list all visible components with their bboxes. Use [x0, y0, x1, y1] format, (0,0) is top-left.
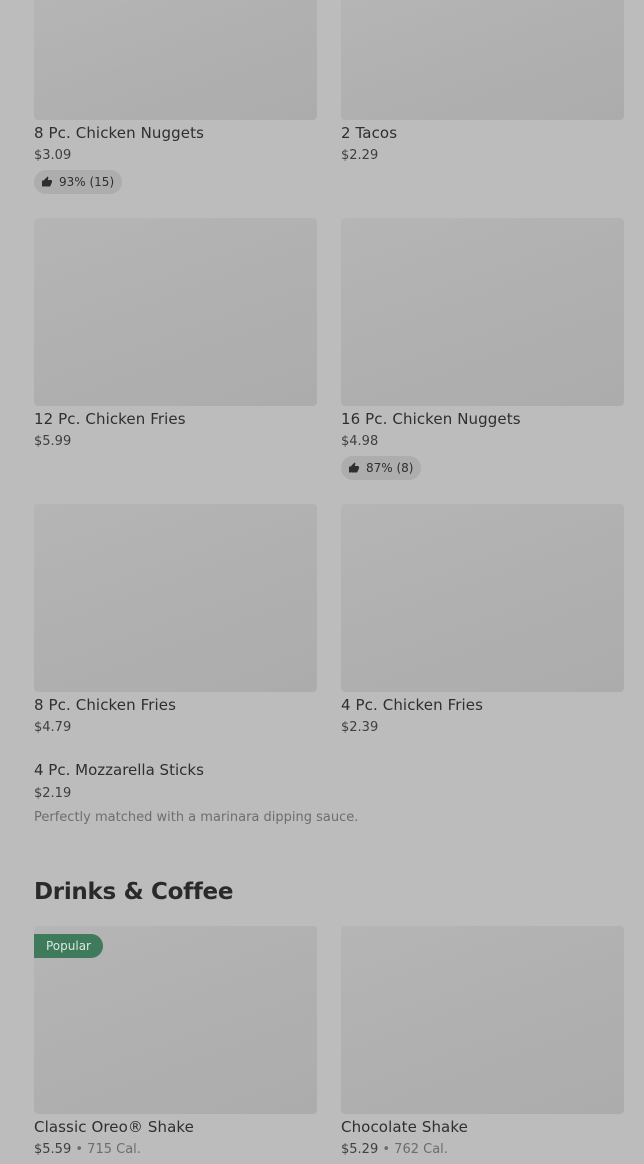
item-name: 16 Pc. Chicken Nuggets: [341, 410, 521, 428]
item-name: 4 Pc. Mozzarella Sticks: [34, 761, 204, 779]
menu-item-card[interactable]: 2 Tacos $2.29: [341, 0, 624, 200]
menu-item-card[interactable]: 12 Pc. Chicken Fries $5.99: [34, 218, 317, 486]
item-price-line: $5.59 • 715 Cal.: [34, 1141, 141, 1159]
separator-dot: •: [75, 1142, 84, 1157]
item-name: 2 Tacos: [341, 124, 398, 142]
item-price: $4.98: [341, 434, 379, 449]
item-price: $2.29: [341, 148, 379, 163]
item-price: $4.79: [34, 720, 72, 735]
item-name: 8 Pc. Chicken Fries: [34, 696, 177, 714]
item-name: Classic Oreo® Shake: [34, 1118, 194, 1136]
item-price: $5.99: [34, 434, 72, 449]
menu-item-card[interactable]: 16 Pc. Chicken Nuggets $4.98 87% (8): [341, 218, 624, 486]
item-name: 8 Pc. Chicken Nuggets: [34, 124, 204, 142]
thumbs-up-icon: [349, 462, 359, 473]
rating-text: 87% (8): [366, 461, 414, 475]
menu-item-row[interactable]: 4 Pc. Mozzarella Sticks $2.19 Perfectly …: [34, 760, 624, 827]
menu-item-card[interactable]: 8 Pc. Chicken Fries $4.79: [34, 504, 317, 744]
popular-badge: Popular: [34, 934, 103, 958]
menu-item-card[interactable]: Popular Classic Oreo® Shake $5.59 • 715 …: [34, 926, 317, 1164]
rating-pill: 87% (8): [341, 456, 422, 480]
item-name: Chocolate Shake: [341, 1118, 468, 1136]
section-title: Drinks & Coffee: [34, 879, 234, 905]
menu-item-card[interactable]: Chocolate Shake $5.29 • 762 Cal.: [341, 926, 624, 1164]
thumbs-up-icon: [42, 176, 52, 187]
item-price: $5.59: [34, 1142, 72, 1157]
item-image: [34, 218, 317, 406]
item-price-line: $5.29 • 762 Cal.: [341, 1141, 448, 1159]
separator-dot: •: [382, 1142, 391, 1157]
item-image: [34, 504, 317, 692]
item-name: 12 Pc. Chicken Fries: [34, 410, 186, 428]
menu-item-card[interactable]: 4 Pc. Chicken Fries $2.39: [341, 504, 624, 744]
item-price: $2.39: [341, 720, 379, 735]
item-image: Popular: [34, 926, 317, 1114]
item-image: [341, 218, 624, 406]
rating-pill: 93% (15): [34, 170, 123, 194]
menu-item-card[interactable]: 8 Pc. Chicken Nuggets $3.09 93% (15): [34, 0, 317, 200]
item-description: Perfectly matched with a marinara dippin…: [34, 810, 359, 825]
item-image: [341, 926, 624, 1114]
menu-page: 8 Pc. Chicken Nuggets $3.09 93% (15) 2 T…: [0, 0, 644, 1164]
item-image: [34, 0, 317, 120]
rating-text: 93% (15): [59, 175, 115, 189]
item-price: $2.19: [34, 786, 72, 801]
item-name: 4 Pc. Chicken Fries: [341, 696, 484, 714]
item-price: $3.09: [34, 148, 72, 163]
item-calories: 762 Cal.: [394, 1142, 448, 1157]
item-image: [341, 504, 624, 692]
item-calories: 715 Cal.: [87, 1142, 141, 1157]
item-image: [341, 0, 624, 120]
item-price: $5.29: [341, 1142, 379, 1157]
